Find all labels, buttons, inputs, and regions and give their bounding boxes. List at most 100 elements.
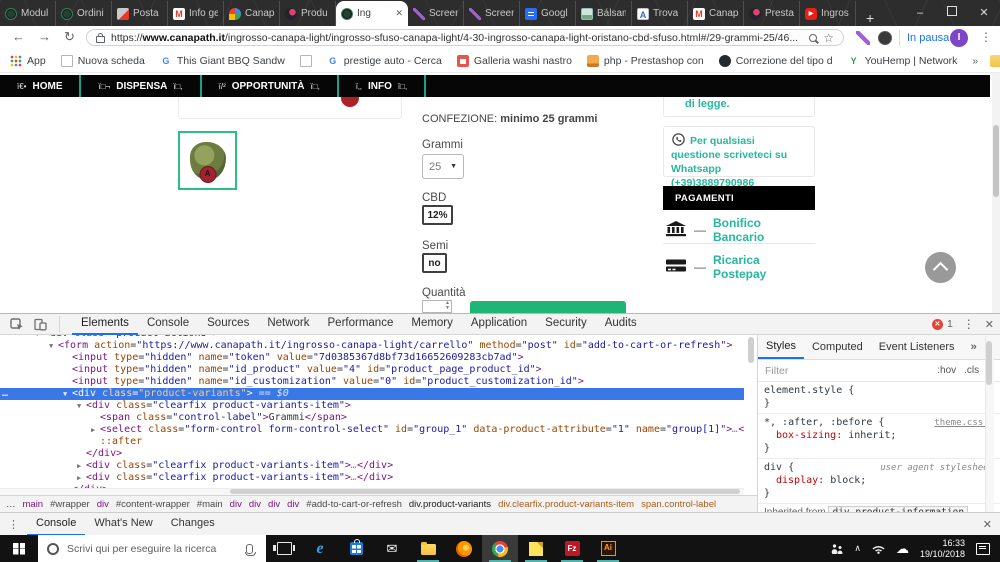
breadcrumb-node[interactable]: div bbox=[97, 499, 109, 510]
other-bookmarks-folder[interactable]: Altri Preferiti bbox=[990, 55, 1000, 67]
breadcrumb-ellipsis[interactable]: … bbox=[6, 499, 16, 510]
browser-tab[interactable]: Canap bbox=[224, 1, 280, 26]
reload-button[interactable]: ↻ bbox=[64, 29, 75, 45]
hov-toggle[interactable]: :hov bbox=[937, 365, 956, 376]
breadcrumb-node[interactable]: div.product-variants bbox=[409, 499, 491, 510]
drawer-tab-what-s-new[interactable]: What's New bbox=[85, 513, 161, 534]
maximize-button[interactable] bbox=[936, 0, 968, 26]
css-rule[interactable]: theme.css:7 *, :after, :before {box-sizin… bbox=[758, 414, 1000, 459]
browser-tab[interactable]: Ing ✕ bbox=[336, 1, 408, 26]
elements-hscrollbar-thumb[interactable] bbox=[230, 489, 740, 494]
people-icon[interactable] bbox=[831, 543, 844, 554]
sync-paused-label[interactable]: In pausa bbox=[907, 32, 949, 44]
browser-tab[interactable]: Modul bbox=[0, 1, 56, 26]
breadcrumb-node[interactable]: #content-wrapper bbox=[116, 499, 190, 510]
task-view-button[interactable] bbox=[266, 535, 302, 562]
filezilla-button[interactable]: Fz bbox=[554, 535, 590, 562]
breadcrumb-node[interactable]: #main bbox=[197, 499, 223, 510]
devtools-tab-security[interactable]: Security bbox=[536, 313, 596, 333]
tray-chevron-icon[interactable]: ∧ bbox=[854, 543, 861, 554]
devtools-menu-icon[interactable]: ⋮ bbox=[963, 317, 975, 331]
browser-menu-icon[interactable]: ⋮ bbox=[980, 30, 992, 44]
css-rule[interactable]: element.style {} bbox=[758, 382, 1000, 414]
firefox-button[interactable] bbox=[446, 535, 482, 562]
cls-toggle[interactable]: .cls bbox=[964, 365, 979, 376]
dom-node[interactable]: ▼ <div class="clearfix product-variants-i… bbox=[0, 400, 744, 412]
scroll-to-top-button[interactable] bbox=[925, 252, 956, 283]
nav-item-info[interactable]: ï‚, INFO ï□, bbox=[339, 75, 427, 97]
drawer-menu-icon[interactable]: ⋮ bbox=[0, 518, 27, 531]
browser-tab[interactable]: A Trova bbox=[632, 1, 688, 26]
dom-node[interactable]: ▶ <div class="clearfix product-variants-i… bbox=[0, 472, 744, 484]
back-button[interactable]: ← bbox=[12, 29, 25, 44]
dom-node[interactable]: ::after bbox=[0, 436, 744, 448]
add-to-cart-button[interactable] bbox=[470, 301, 626, 313]
browser-tab[interactable]: M Canap bbox=[688, 1, 744, 26]
dom-node[interactable]: ▶ <div class="clearfix product-variants-i… bbox=[0, 460, 744, 472]
filter-input[interactable]: Filter bbox=[765, 365, 788, 377]
devtools-tab-console[interactable]: Console bbox=[138, 313, 198, 333]
drawer-close-icon[interactable]: ✕ bbox=[983, 518, 992, 531]
elements-tree[interactable]: ▼<div class="product-actions">▼<form act… bbox=[0, 335, 744, 495]
dom-node[interactable]: <input type="hidden" name="id_customizat… bbox=[0, 376, 744, 388]
dom-node[interactable]: ▶ <select class="form-control form-contro… bbox=[0, 424, 744, 436]
stylesheet-link[interactable]: user agent stylesheet bbox=[880, 462, 994, 475]
browser-tab[interactable]: Bálsam bbox=[576, 1, 632, 26]
breadcrumb-node[interactable]: div bbox=[268, 499, 280, 510]
cbd-value-box[interactable]: 12% bbox=[422, 205, 453, 225]
bookmark-item[interactable]: Nuova scheda bbox=[60, 55, 145, 67]
dom-node[interactable]: <span class="control-label">Grammi</span… bbox=[0, 412, 744, 424]
screenshot-extension-icon[interactable] bbox=[856, 31, 870, 45]
whatsapp-card[interactable]: Per qualsiasi questione scriveteci su Wh… bbox=[663, 126, 815, 189]
css-rule[interactable]: user agent stylesheet div {display: block… bbox=[758, 459, 1000, 504]
semi-value-box[interactable]: no bbox=[422, 253, 447, 273]
store-button[interactable] bbox=[338, 535, 374, 562]
dom-node[interactable]: <input type="hidden" name="id_product" v… bbox=[0, 364, 744, 376]
bookmark-item[interactable]: App bbox=[10, 55, 46, 67]
nav-item-dispensa[interactable]: ï□¬ DISPENSA ï□, bbox=[81, 75, 202, 97]
product-thumbnail[interactable]: A bbox=[178, 131, 237, 190]
devtools-tab-network[interactable]: Network bbox=[258, 313, 318, 333]
minimize-button[interactable]: – bbox=[904, 0, 936, 26]
error-badge-icon[interactable]: ✕ bbox=[931, 318, 943, 330]
start-button[interactable] bbox=[0, 535, 38, 562]
css-property[interactable]: box-sizing: inherit; bbox=[764, 429, 994, 442]
mail-button[interactable]: ✉ bbox=[374, 535, 410, 562]
breadcrumb-node[interactable]: #wrapper bbox=[50, 499, 90, 510]
edge-button[interactable]: e bbox=[302, 535, 338, 562]
browser-tab[interactable]: Screen bbox=[408, 1, 464, 26]
devtools-tab-sources[interactable]: Sources bbox=[198, 313, 258, 333]
styles-tab-»[interactable]: » bbox=[963, 336, 985, 358]
devtools-tab-application[interactable]: Application bbox=[462, 313, 536, 333]
elements-scrollbar-thumb[interactable] bbox=[748, 337, 754, 363]
styles-tab-computed[interactable]: Computed bbox=[804, 336, 871, 358]
taskbar-search[interactable]: Scrivi qui per eseguire la ricerca bbox=[38, 535, 266, 562]
taskbar-clock[interactable]: 16:33 19/10/2018 bbox=[920, 538, 965, 560]
devtools-tab-audits[interactable]: Audits bbox=[596, 313, 646, 333]
nav-item-home[interactable]: ï€• HOME bbox=[0, 75, 82, 97]
payment-method-row[interactable]: — Ricarica Postepay bbox=[665, 253, 815, 281]
drawer-tab-changes[interactable]: Changes bbox=[162, 513, 224, 534]
error-count[interactable]: 1 bbox=[947, 318, 953, 330]
tab-close-icon[interactable]: ✕ bbox=[395, 8, 403, 19]
page-scrollbar-thumb[interactable] bbox=[993, 125, 999, 197]
css-property[interactable]: display: block; bbox=[764, 474, 994, 487]
breadcrumb-node[interactable]: span.control-label bbox=[641, 499, 716, 510]
extension-icon[interactable] bbox=[878, 31, 892, 45]
chrome-button[interactable] bbox=[482, 535, 518, 562]
quantity-stepper[interactable]: ▲ ▼ bbox=[422, 300, 452, 313]
selected-dom-node[interactable]: … ▼ <div class="product-variants"> == $0 bbox=[0, 388, 744, 400]
bookmarks-overflow-icon[interactable]: » bbox=[972, 55, 978, 67]
dom-node[interactable]: <input type="hidden" name="token" value=… bbox=[0, 352, 744, 364]
inspect-element-icon[interactable] bbox=[10, 317, 24, 331]
grammi-select[interactable]: 25 ▼ bbox=[422, 154, 464, 179]
styles-scrollbar-thumb[interactable] bbox=[986, 341, 992, 385]
breadcrumb-node[interactable]: #add-to-cart-or-refresh bbox=[306, 499, 402, 510]
bookmark-item[interactable]: Galleria washi nastro bbox=[456, 55, 572, 67]
devtools-close-icon[interactable]: ✕ bbox=[985, 318, 994, 331]
browser-tab[interactable]: Produ bbox=[280, 1, 336, 26]
browser-tab[interactable]: M Info ge bbox=[168, 1, 224, 26]
dom-node[interactable]: </div> bbox=[0, 448, 744, 460]
breadcrumb-node[interactable]: div bbox=[230, 499, 242, 510]
close-button[interactable]: ✕ bbox=[968, 0, 1000, 26]
